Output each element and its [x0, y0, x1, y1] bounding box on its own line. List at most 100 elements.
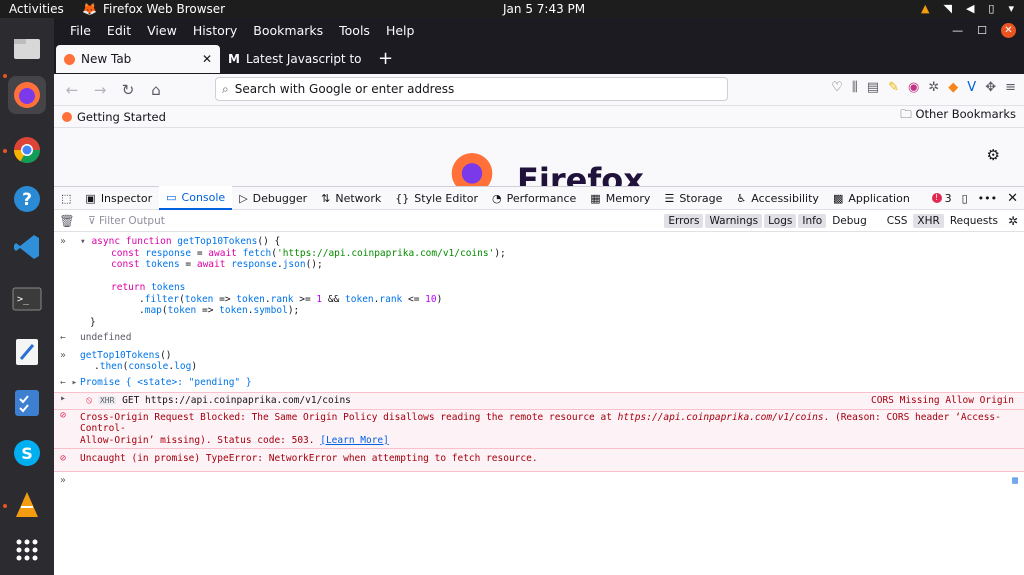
tab-label: Memory: [605, 191, 651, 205]
skype-icon[interactable]: S: [8, 434, 46, 472]
console-input-entry[interactable]: » getTop10Tokens(): [54, 350, 1024, 362]
minimize-icon[interactable]: —: [952, 24, 963, 37]
other-bookmarks[interactable]: 🗀 Other Bookmarks: [900, 107, 1024, 126]
tab-performance[interactable]: ◔ Performance: [485, 186, 583, 210]
console-output: » ▾ async function getTop10Tokens() { co…: [54, 232, 1024, 486]
filter-errors[interactable]: Errors: [664, 213, 704, 228]
extension-v-icon[interactable]: V: [967, 80, 976, 95]
cors-error-message: ⊘ Cross-Origin Request Blocked: The Same…: [54, 408, 1024, 448]
filter-info[interactable]: Info: [798, 213, 827, 228]
dropdown-icon: ▾: [1008, 2, 1014, 15]
terminal-icon[interactable]: >_: [8, 280, 46, 318]
console-settings-icon[interactable]: ✲: [1002, 214, 1024, 228]
close-window-icon[interactable]: ✕: [1001, 22, 1016, 38]
svg-text:S: S: [21, 444, 33, 463]
tab-network[interactable]: ⇅ Network: [314, 186, 388, 210]
clear-console-icon[interactable]: 🗑: [54, 214, 80, 228]
back-icon[interactable]: ←: [58, 81, 86, 99]
home-icon[interactable]: ⌂: [142, 81, 170, 99]
console-filter-bar: 🗑 ⊽ Filter Output Errors Warnings Logs I…: [54, 210, 1024, 232]
tab-application[interactable]: ▩ Application: [826, 186, 917, 210]
running-indicator: [3, 504, 7, 508]
responsive-design-icon[interactable]: ▯: [962, 192, 968, 205]
console-icon: ▭: [166, 190, 177, 204]
network-error-row[interactable]: ▸ ⦸ XHR GET https://api.coinpaprika.com/…: [54, 392, 1024, 409]
activities-button[interactable]: Activities: [9, 2, 64, 16]
menu-hamburger-icon[interactable]: ≡: [1005, 80, 1016, 95]
menu-view[interactable]: View: [139, 23, 185, 38]
extensions-puzzle-icon[interactable]: ✥: [985, 80, 996, 95]
filter-debug[interactable]: Debug: [828, 214, 871, 228]
split-console-icon[interactable]: ▥: [1012, 475, 1018, 486]
tab-label: Console: [181, 190, 226, 204]
extension-gear-icon[interactable]: ✲: [928, 80, 939, 95]
metamask-icon[interactable]: ◆: [948, 80, 958, 95]
gear-icon[interactable]: ⚙: [987, 146, 1000, 164]
error-url[interactable]: https://api.coinpaprika.com/v1/coins: [618, 412, 824, 423]
close-devtools-icon[interactable]: ✕: [1007, 191, 1018, 206]
text-editor-icon[interactable]: [8, 333, 46, 371]
extension-color-icon[interactable]: ◉: [908, 80, 919, 95]
console-input-entry[interactable]: » ▾ async function getTop10Tokens() {: [54, 236, 1024, 248]
devtools-toolbar: ⬚ ▣ Inspector ▭ Console ▷ Debugger ⇅ Network…: [54, 186, 1024, 210]
more-options-icon[interactable]: •••: [978, 192, 997, 205]
filter-output-input[interactable]: ⊽ Filter Output: [80, 215, 662, 227]
system-tray[interactable]: ▲ ◥ ◀ ▯ ▾: [921, 2, 1014, 15]
extension-icon[interactable]: ✎: [888, 80, 899, 95]
console-input[interactable]: » ▥: [54, 472, 1024, 486]
filter-css[interactable]: CSS: [883, 214, 912, 228]
tab-label: Performance: [506, 191, 577, 205]
files-icon[interactable]: [8, 29, 46, 67]
system-top-bar: Activities 🦊 Firefox Web Browser Jan 5 7:…: [0, 0, 1024, 18]
menu-file[interactable]: File: [62, 23, 99, 38]
tab-inspector[interactable]: ▣ Inspector: [78, 186, 159, 210]
request-url[interactable]: GET https://api.coinpaprika.com/v1/coins: [122, 395, 351, 406]
tab-accessibility[interactable]: ♿ Accessibility: [729, 186, 826, 210]
tab-javascript-topics[interactable]: M Latest Javascript topics -: [220, 45, 370, 73]
tab-style-editor[interactable]: {} Style Editor: [388, 186, 485, 210]
firefox-dock-icon[interactable]: [8, 76, 46, 114]
learn-more-link[interactable]: [Learn More]: [320, 435, 389, 446]
sidebar-icon[interactable]: ▤: [867, 80, 879, 95]
url-bar[interactable]: ⌕ Search with Google or enter address: [215, 77, 728, 101]
clock[interactable]: Jan 5 7:43 PM: [503, 2, 585, 16]
chrome-icon[interactable]: [8, 131, 46, 169]
getting-started-bookmark[interactable]: Getting Started: [62, 110, 166, 124]
menu-edit[interactable]: Edit: [99, 23, 139, 38]
filter-xhr[interactable]: XHR: [913, 213, 944, 228]
tasks-icon[interactable]: [8, 384, 46, 422]
reload-icon[interactable]: ↻: [114, 81, 142, 99]
tab-new-tab[interactable]: New Tab ✕: [56, 45, 220, 73]
maximize-icon[interactable]: ☐: [977, 24, 987, 37]
medium-icon: M: [228, 52, 240, 66]
filter-warnings[interactable]: Warnings: [705, 213, 763, 228]
tab-console[interactable]: ▭ Console: [159, 186, 233, 210]
help-icon[interactable]: ?: [8, 180, 46, 218]
error-count-badge[interactable]: ! 3: [931, 192, 952, 205]
vscode-icon[interactable]: [8, 228, 46, 266]
console-result[interactable]: ← ▸ Promise { <state>: "pending" }: [54, 377, 1024, 389]
battery-icon: ▯: [988, 2, 995, 15]
library-icon[interactable]: ⫼: [852, 80, 858, 95]
menu-help[interactable]: Help: [378, 23, 423, 38]
element-picker-icon[interactable]: ⬚: [54, 186, 78, 210]
close-tab-icon[interactable]: ✕: [202, 52, 212, 66]
cors-error-label[interactable]: CORS Missing Allow Origin: [871, 395, 1014, 407]
vlc-icon[interactable]: [8, 486, 46, 524]
error-text: Cross-Origin Request Blocked: The Same O…: [80, 411, 618, 423]
menu-bookmarks[interactable]: Bookmarks: [245, 23, 331, 38]
filter-logs[interactable]: Logs: [764, 213, 797, 228]
tab-debugger[interactable]: ▷ Debugger: [232, 186, 314, 210]
app-name: Firefox Web Browser: [102, 2, 226, 16]
menu-tools[interactable]: Tools: [331, 23, 378, 38]
tab-memory[interactable]: ▦ Memory: [583, 186, 657, 210]
pocket-icon[interactable]: ♡: [831, 80, 843, 95]
tab-storage[interactable]: ☰ Storage: [657, 186, 729, 210]
filter-requests[interactable]: Requests: [946, 214, 1002, 228]
forward-icon[interactable]: →: [86, 81, 114, 99]
performance-icon: ◔: [491, 191, 502, 205]
app-menu[interactable]: 🦊 Firefox Web Browser: [82, 2, 225, 16]
new-tab-button[interactable]: +: [378, 48, 393, 69]
menu-history[interactable]: History: [185, 23, 245, 38]
show-apps-icon[interactable]: [8, 531, 46, 569]
